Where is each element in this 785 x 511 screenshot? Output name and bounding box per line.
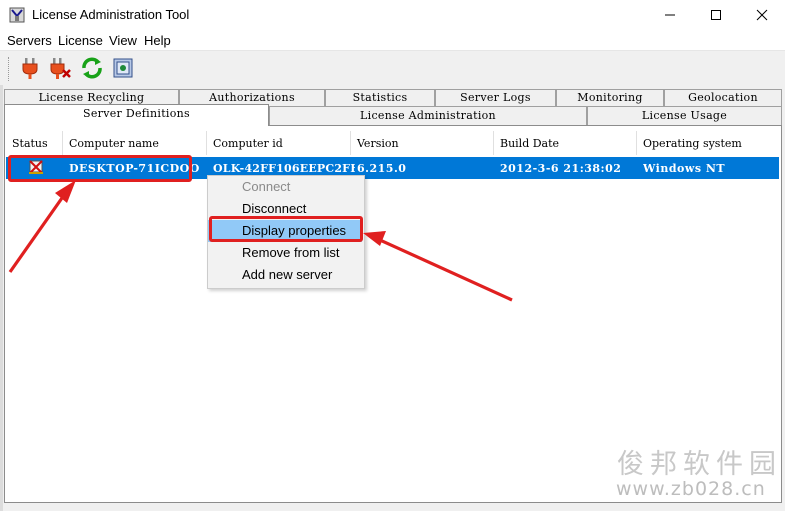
watermark-text: 俊邦软件园 bbox=[617, 449, 782, 480]
cell-version: 6.215.0 bbox=[357, 162, 407, 175]
menu-help[interactable]: Help bbox=[144, 33, 171, 48]
tab-license-administration[interactable]: License Administration bbox=[269, 106, 587, 125]
window-title: License Administration Tool bbox=[32, 7, 190, 22]
toolbar bbox=[0, 51, 785, 85]
minimize-button[interactable] bbox=[647, 0, 693, 30]
close-icon bbox=[756, 9, 768, 21]
column-operating-system[interactable]: Operating system bbox=[637, 131, 779, 155]
title-bar: License Administration Tool bbox=[0, 0, 785, 30]
column-status[interactable]: Status bbox=[6, 131, 63, 155]
context-menu-connect[interactable]: Connect bbox=[208, 176, 362, 198]
watermark-url: www.zb028.cn bbox=[616, 478, 766, 500]
disconnect-plug-icon[interactable] bbox=[48, 56, 72, 80]
menu-license[interactable]: License bbox=[58, 33, 103, 48]
context-menu-display-properties[interactable]: Display properties bbox=[208, 220, 362, 242]
context-menu: Connect Disconnect Display properties Re… bbox=[207, 175, 365, 289]
menu-bar: Servers License View Help bbox=[0, 30, 785, 51]
column-version[interactable]: Version bbox=[351, 131, 494, 155]
tab-license-usage[interactable]: License Usage bbox=[587, 106, 782, 125]
context-menu-disconnect[interactable]: Disconnect bbox=[208, 198, 362, 220]
tab-server-definitions[interactable]: Server Definitions bbox=[4, 104, 269, 126]
server-disconnected-icon bbox=[28, 157, 48, 179]
menu-view[interactable]: View bbox=[109, 33, 137, 48]
tab-monitoring[interactable]: Monitoring bbox=[556, 89, 664, 106]
table-row[interactable]: DESKTOP-71ICDOO OLK-42FF106EEPC2FE0I 6.2… bbox=[6, 157, 779, 179]
tab-server-logs[interactable]: Server Logs bbox=[435, 89, 556, 106]
server-properties-icon[interactable] bbox=[111, 56, 135, 80]
column-computer-name[interactable]: Computer name bbox=[63, 131, 207, 155]
connect-plug-icon[interactable] bbox=[18, 56, 42, 80]
column-computer-id[interactable]: Computer id bbox=[207, 131, 351, 155]
context-menu-remove-from-list[interactable]: Remove from list bbox=[208, 242, 362, 264]
cell-operating-system: Windows NT bbox=[643, 162, 726, 175]
left-edge bbox=[0, 85, 3, 511]
tab-geolocation[interactable]: Geolocation bbox=[664, 89, 782, 106]
cell-computer-name: DESKTOP-71ICDOO bbox=[69, 162, 200, 175]
close-button[interactable] bbox=[739, 0, 785, 30]
tab-statistics[interactable]: Statistics bbox=[325, 89, 435, 106]
menu-servers[interactable]: Servers bbox=[7, 33, 52, 48]
toolbar-grip[interactable] bbox=[8, 57, 11, 81]
cell-build-date: 2012-3-6 21:38:02 bbox=[500, 162, 622, 175]
maximize-icon bbox=[711, 10, 721, 20]
license-tool-icon bbox=[9, 7, 25, 23]
refresh-icon[interactable] bbox=[80, 56, 104, 80]
context-menu-add-new-server[interactable]: Add new server bbox=[208, 264, 362, 286]
grid-header: Status Computer name Computer id Version… bbox=[6, 131, 779, 155]
minimize-icon bbox=[665, 14, 675, 16]
column-build-date[interactable]: Build Date bbox=[494, 131, 637, 155]
maximize-button[interactable] bbox=[693, 0, 739, 30]
